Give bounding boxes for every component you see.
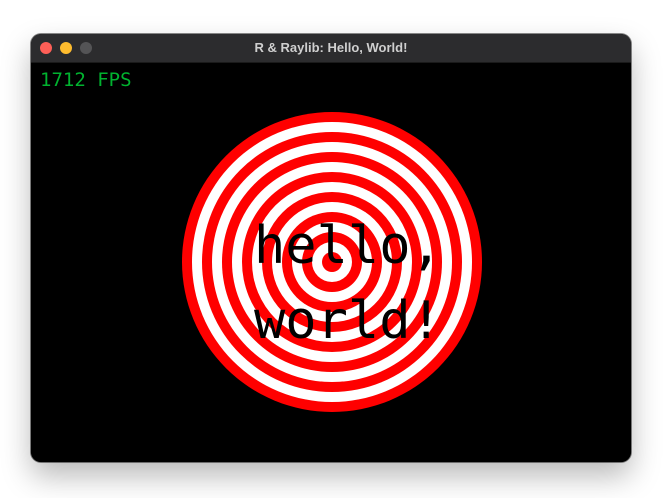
fps-counter: 1712 FPS <box>40 69 132 91</box>
app-window: R & Raylib: Hello, World! hello, world! … <box>31 34 631 462</box>
greeting-line-2: world! <box>254 291 442 351</box>
title-bar[interactable]: R & Raylib: Hello, World! <box>31 34 631 63</box>
window-title: R & Raylib: Hello, World! <box>254 40 408 55</box>
scene-svg: hello, world! <box>182 112 482 412</box>
greeting-line-1: hello, <box>254 216 442 276</box>
render-canvas[interactable]: hello, world! 1712 FPS <box>31 63 631 462</box>
